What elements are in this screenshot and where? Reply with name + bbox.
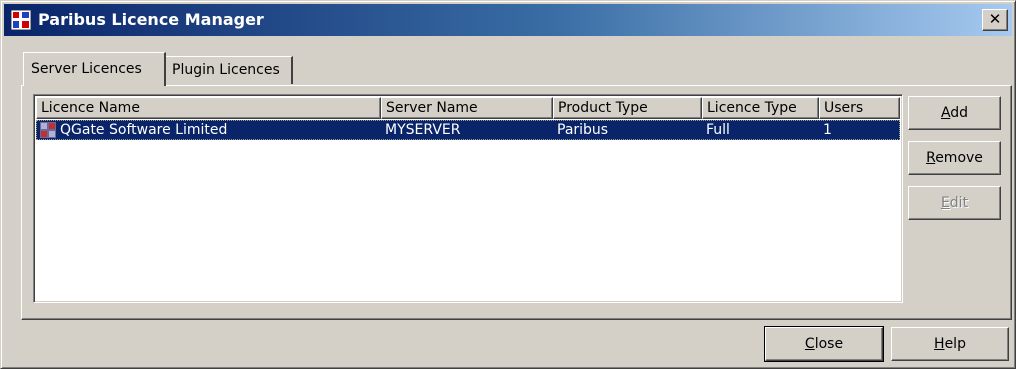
edit-button[interactable]: Edit [908,186,1001,220]
column-header-product-type[interactable]: Product Type [553,97,702,119]
cell-users: 1 [823,122,832,138]
help-label-rest: elp [944,336,966,352]
cell-server-name: MYSERVER [385,122,461,138]
column-header-server-name[interactable]: Server Name [381,97,553,119]
tab-label: Server Licences [31,61,142,77]
remove-label-rest: emove [935,150,983,166]
app-icon [11,10,31,30]
close-label-rest: lose [814,336,844,352]
licence-icon [40,122,56,138]
table-row[interactable]: QGate Software Limited MYSERVER Paribus … [36,120,900,140]
title-bar[interactable]: Paribus Licence Manager ✕ [4,4,1012,36]
add-accel: A [940,105,951,121]
cell-licence-name: QGate Software Limited [60,122,228,138]
licence-list[interactable]: Licence Name Server Name Product Type Li… [33,94,903,303]
edit-accel: E [940,195,950,211]
window-title: Paribus Licence Manager [38,10,264,29]
close-button[interactable]: Close [764,326,884,362]
help-accel: H [934,336,945,352]
close-window-button[interactable]: ✕ [982,9,1008,31]
close-accel: C [804,336,815,352]
column-header-users[interactable]: Users [819,97,900,119]
add-label-rest: dd [950,105,969,121]
licence-manager-window: Paribus Licence Manager ✕ Server Licence… [0,0,1016,369]
add-button[interactable]: Add [908,96,1001,130]
column-header-licence-name[interactable]: Licence Name [36,97,381,119]
cell-licence-type: Full [706,122,730,138]
column-header-licence-type[interactable]: Licence Type [702,97,819,119]
help-button[interactable]: Help [891,327,1009,361]
tab-server-licences[interactable]: Server Licences [23,52,166,86]
cell-product-type: Paribus [557,122,609,138]
tab-plugin-licences[interactable]: Plugin Licences [164,56,293,84]
remove-accel: R [926,150,936,166]
close-icon: ✕ [988,10,1002,28]
tab-label: Plugin Licences [172,62,280,78]
list-header: Licence Name Server Name Product Type Li… [36,97,900,119]
remove-button[interactable]: Remove [908,141,1001,175]
edit-label-rest: dit [949,195,969,211]
